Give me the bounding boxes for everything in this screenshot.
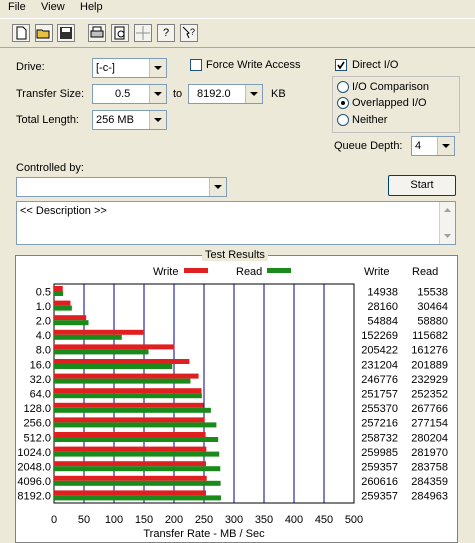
- category-label: 1024.0: [17, 447, 51, 459]
- write-value: 152269: [361, 330, 398, 342]
- category-label: 0.5: [36, 286, 51, 298]
- x-tick-label: 200: [165, 514, 183, 526]
- write-bar: [54, 417, 205, 423]
- write-bar: [54, 329, 144, 335]
- read-bar: [54, 378, 191, 384]
- write-bar: [54, 359, 190, 364]
- write-value: 255370: [361, 403, 398, 415]
- read-value: 284359: [411, 476, 448, 488]
- category-label: 8.0: [36, 345, 51, 357]
- read-bar: [54, 349, 149, 355]
- read-value: 252352: [411, 389, 448, 401]
- read-value: 58880: [417, 316, 448, 328]
- category-label: 2048.0: [17, 462, 51, 474]
- read-value: 281970: [411, 447, 448, 459]
- read-bar: [54, 291, 64, 296]
- write-bar: [54, 344, 175, 350]
- category-label: 256.0: [23, 418, 51, 430]
- x-tick-label: 150: [135, 514, 153, 526]
- transfer-rate-chart: 0 50 100 150 200 250 300 350 400 450 500 Transfer R…: [17, 283, 448, 540]
- read-bar: [54, 305, 72, 311]
- read-value: 161276: [411, 345, 448, 357]
- x-tick-label: 300: [225, 514, 243, 526]
- write-value: 258732: [361, 432, 398, 444]
- read-value: 267766: [411, 403, 448, 415]
- read-value: 283758: [411, 462, 448, 474]
- category-label: 1.0: [36, 301, 51, 313]
- category-label: 128.0: [23, 403, 51, 415]
- category-label: 32.0: [30, 374, 51, 386]
- write-bar: [54, 388, 202, 394]
- write-value: 257216: [361, 418, 398, 430]
- write-bar: [54, 373, 199, 379]
- write-bar: [54, 490, 206, 496]
- read-value: 280204: [411, 432, 448, 444]
- write-bar: [54, 461, 206, 467]
- read-bar: [54, 495, 221, 501]
- read-value: 201889: [411, 359, 448, 371]
- read-bar: [54, 451, 220, 457]
- write-value: 205422: [361, 345, 398, 357]
- write-value: 259357: [361, 491, 398, 503]
- write-value: 231204: [361, 359, 398, 371]
- x-tick-label: 450: [315, 514, 333, 526]
- x-tick-label: 0: [51, 514, 57, 526]
- x-tick-label: 250: [195, 514, 213, 526]
- x-tick-label: 50: [78, 514, 90, 526]
- write-bar: [54, 315, 87, 321]
- read-bar: [54, 334, 122, 340]
- write-bar: [54, 432, 206, 437]
- write-bar: [54, 475, 207, 481]
- write-value: 259357: [361, 462, 398, 474]
- read-bar: [54, 437, 219, 442]
- x-axis-label: Transfer Rate - MB / Sec: [143, 528, 265, 540]
- write-value: 246776: [361, 374, 398, 386]
- read-value: 284963: [411, 491, 448, 503]
- write-value: 28160: [367, 301, 398, 313]
- write-bar: [54, 402, 204, 408]
- category-label: 8192.0: [17, 491, 51, 503]
- read-value: 232929: [411, 374, 448, 386]
- write-value: 251757: [361, 389, 398, 401]
- category-label: 2.0: [36, 316, 51, 328]
- read-bar: [54, 364, 173, 369]
- write-bar: [54, 446, 207, 452]
- read-bar: [54, 393, 202, 399]
- x-tick-label: 100: [105, 514, 123, 526]
- write-value: 54884: [367, 316, 398, 328]
- read-value: 30464: [417, 301, 448, 313]
- read-bar: [54, 466, 221, 472]
- x-tick-label: 400: [285, 514, 303, 526]
- category-label: 512.0: [23, 432, 51, 444]
- read-bar: [54, 407, 211, 413]
- read-bar: [54, 422, 217, 428]
- read-bar: [54, 480, 221, 486]
- write-value: 259985: [361, 447, 398, 459]
- category-label: 16.0: [30, 359, 51, 371]
- write-bar: [54, 300, 71, 306]
- x-tick-label: 500: [345, 514, 363, 526]
- write-bar: [54, 286, 63, 291]
- read-value: 277154: [411, 418, 448, 430]
- read-value: 15538: [417, 286, 448, 298]
- write-value: 14938: [367, 286, 398, 298]
- write-value: 260616: [361, 476, 398, 488]
- category-label: 4096.0: [17, 476, 51, 488]
- x-tick-label: 350: [255, 514, 273, 526]
- category-label: 4.0: [36, 330, 51, 342]
- category-label: 64.0: [30, 389, 51, 401]
- read-value: 115682: [412, 330, 448, 342]
- read-bar: [54, 320, 89, 326]
